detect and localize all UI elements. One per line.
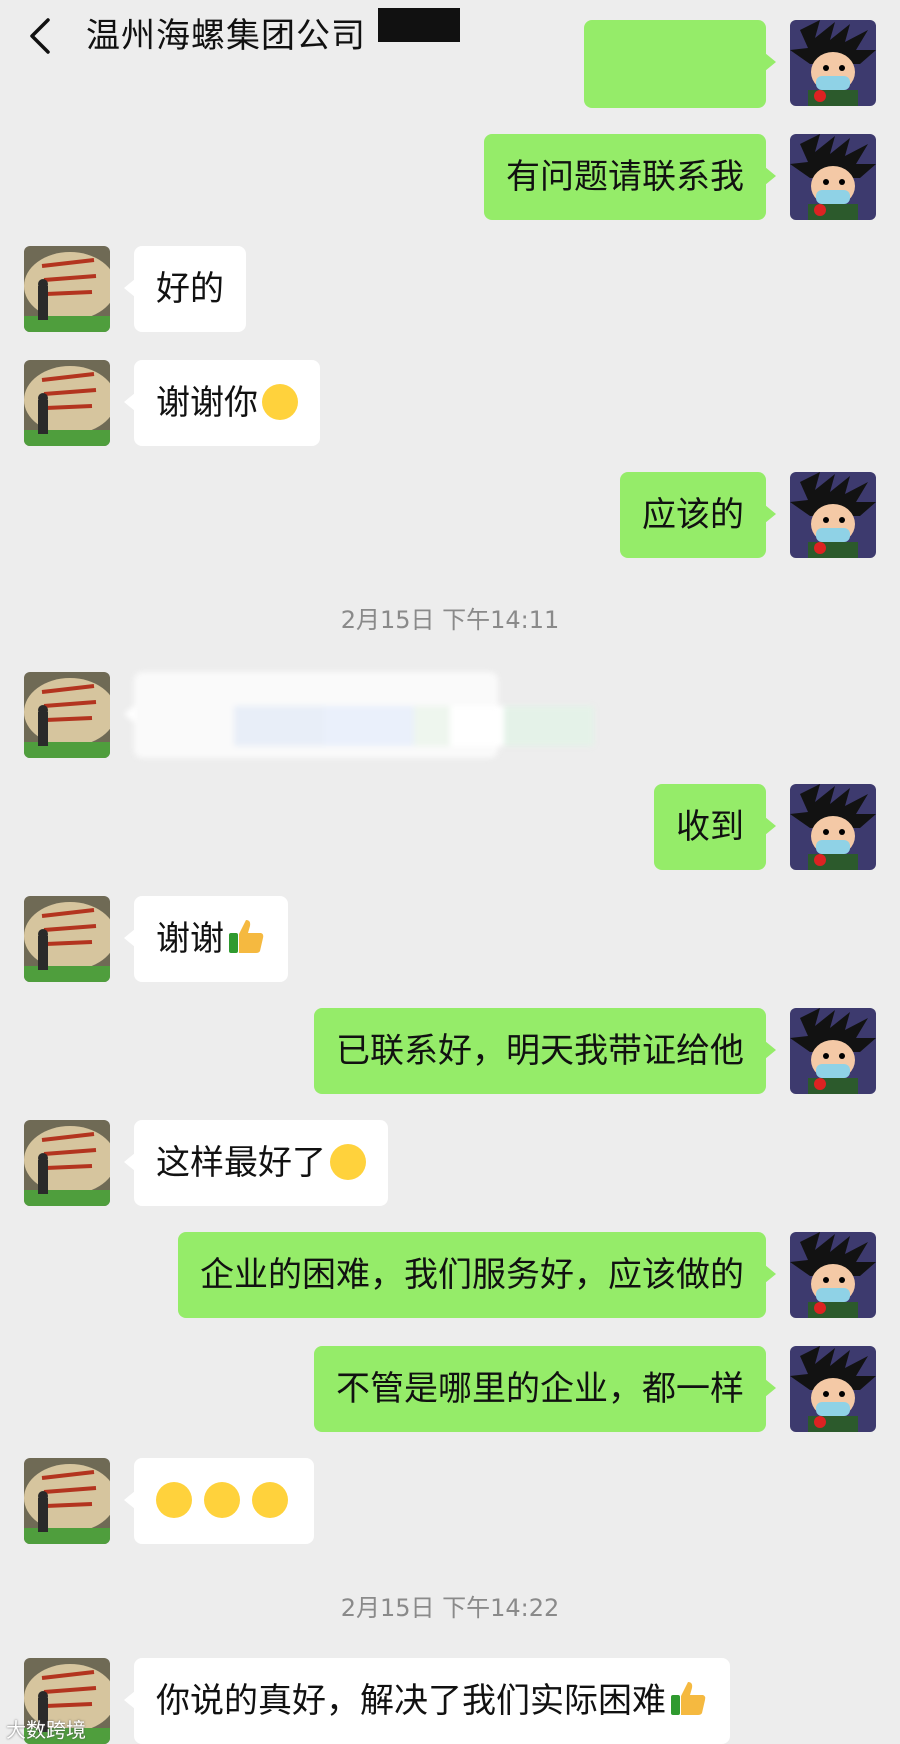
my-avatar[interactable] bbox=[790, 1346, 876, 1432]
message-text: 已联系好，明天我带证给他 bbox=[336, 1031, 744, 1071]
thumbs-up-icon bbox=[671, 1682, 706, 1715]
contact-avatar[interactable] bbox=[24, 360, 110, 446]
message-bubble[interactable]: 有问题请联系我 bbox=[484, 134, 776, 220]
message-text: 不管是哪里的企业，都一样 bbox=[336, 1369, 744, 1409]
message-text: 好的 bbox=[156, 269, 224, 309]
contact-avatar[interactable] bbox=[24, 896, 110, 982]
blurred-message-bubble[interactable] bbox=[124, 672, 594, 758]
contact-avatar[interactable] bbox=[24, 1458, 110, 1544]
contact-avatar[interactable] bbox=[24, 1120, 110, 1206]
thumbs-up-icon bbox=[229, 920, 264, 953]
smile-emoji-icon bbox=[330, 1144, 366, 1180]
contact-avatar[interactable] bbox=[24, 672, 110, 758]
my-avatar[interactable] bbox=[790, 472, 876, 558]
watermark: 大数跨境 bbox=[6, 1718, 86, 1742]
hug-emoji-icon bbox=[204, 1482, 240, 1518]
message-bubble[interactable] bbox=[124, 1458, 314, 1544]
message-bubble[interactable]: 好的 bbox=[124, 246, 246, 332]
hug-emoji-icon bbox=[156, 1482, 192, 1518]
message-text: 收到 bbox=[676, 807, 744, 847]
message-bubble[interactable]: 已联系好，明天我带证给他 bbox=[314, 1008, 776, 1094]
message-text: 谢谢你 bbox=[156, 383, 258, 423]
message-bubble[interactable]: 谢谢 bbox=[124, 896, 288, 982]
hug-emoji-icon bbox=[252, 1482, 288, 1518]
message-text: 这样最好了 bbox=[156, 1143, 326, 1183]
message-bubble[interactable]: 应该的 bbox=[620, 472, 776, 558]
my-avatar[interactable] bbox=[790, 134, 876, 220]
message-bubble[interactable]: 这样最好了 bbox=[124, 1120, 388, 1206]
my-avatar[interactable] bbox=[790, 784, 876, 870]
message-text: 谢谢 bbox=[156, 919, 224, 959]
timestamp: 2月15日 下午14:11 bbox=[340, 606, 560, 634]
contact-avatar[interactable] bbox=[24, 246, 110, 332]
message-text: 你说的真好，解决了我们实际困难 bbox=[156, 1681, 666, 1721]
message-text: 有问题请联系我 bbox=[506, 157, 744, 197]
message-text: 企业的困难，我们服务好，应该做的 bbox=[200, 1255, 744, 1295]
message-bubble[interactable]: 你说的真好，解决了我们实际困难 bbox=[124, 1658, 730, 1744]
smile-emoji-icon bbox=[262, 384, 298, 420]
my-avatar[interactable] bbox=[790, 20, 876, 106]
chat-title: 温州海螺集团公司 bbox=[86, 16, 366, 56]
message-bubble[interactable]: 收到 bbox=[654, 784, 776, 870]
message-bubble[interactable]: 企业的困难，我们服务好，应该做的 bbox=[178, 1232, 776, 1318]
my-avatar[interactable] bbox=[790, 1232, 876, 1318]
title-redaction bbox=[378, 8, 460, 42]
chevron-left-icon[interactable] bbox=[24, 16, 60, 56]
partial-message-bubble[interactable] bbox=[584, 20, 776, 108]
my-avatar[interactable] bbox=[790, 1008, 876, 1094]
message-bubble[interactable]: 不管是哪里的企业，都一样 bbox=[314, 1346, 776, 1432]
message-text: 应该的 bbox=[642, 495, 744, 535]
message-bubble[interactable]: 谢谢你 bbox=[124, 360, 320, 446]
timestamp: 2月15日 下午14:22 bbox=[340, 1594, 560, 1622]
